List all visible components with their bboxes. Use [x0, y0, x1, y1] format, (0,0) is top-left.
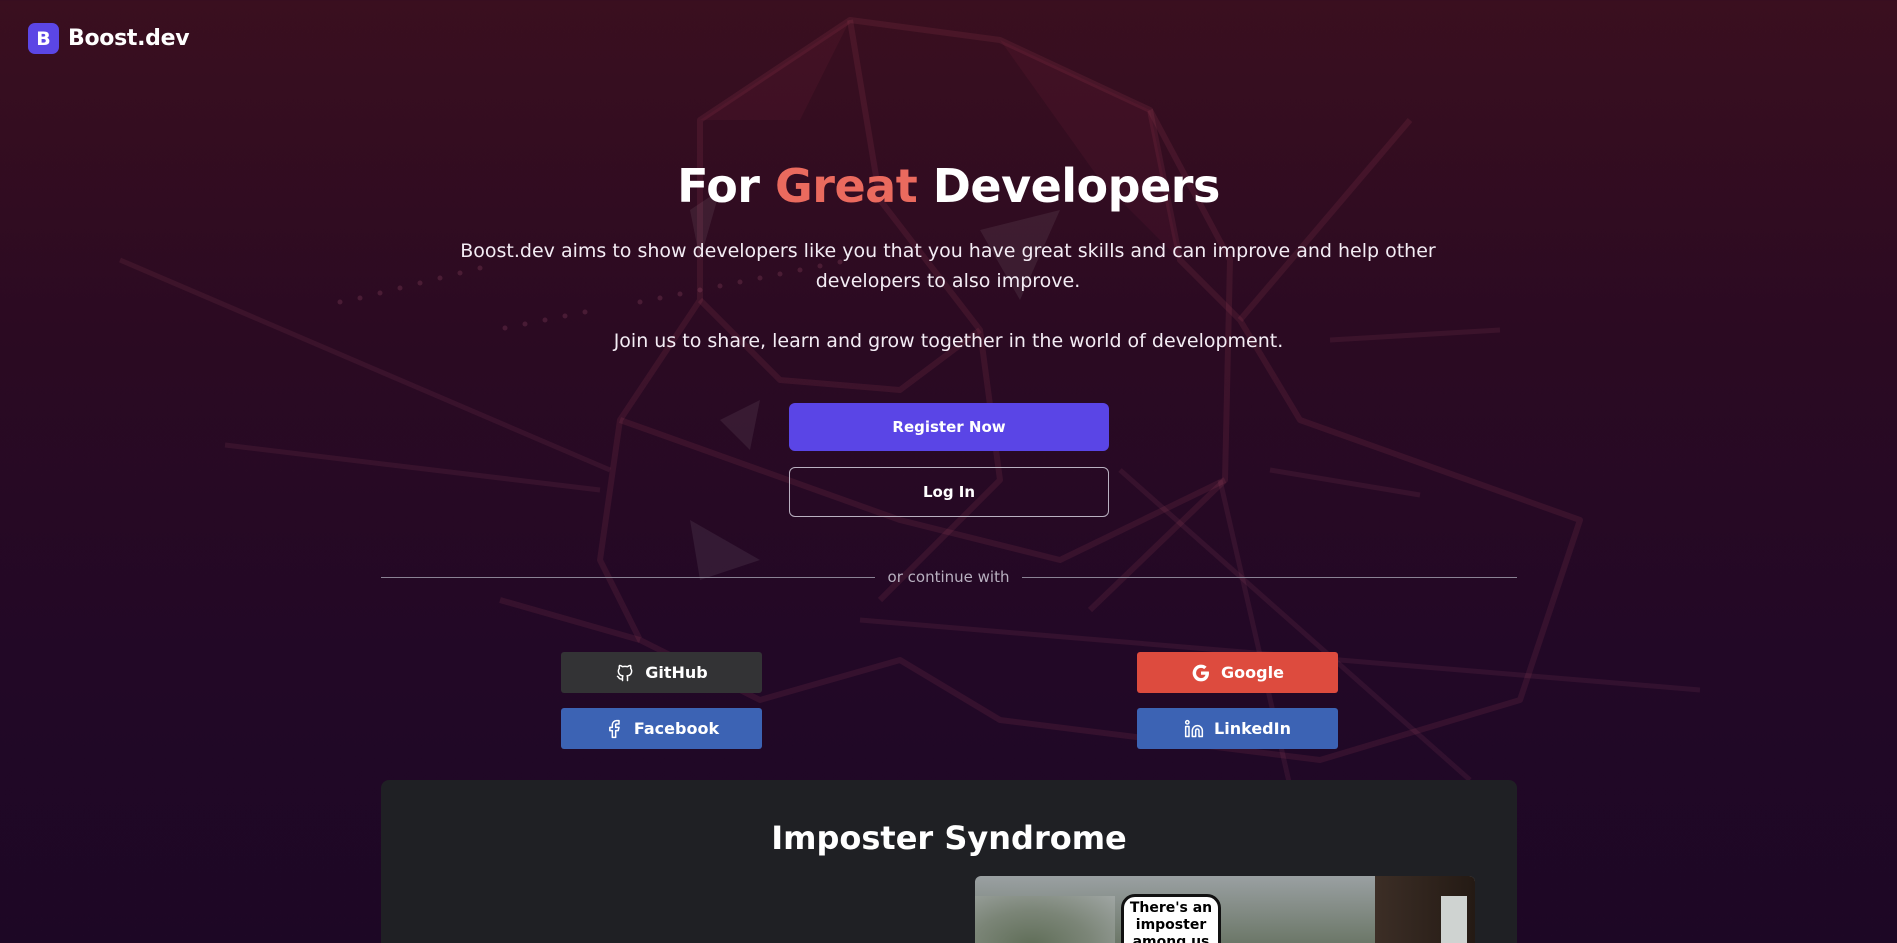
divider-label: or continue with: [887, 568, 1010, 586]
github-login-button[interactable]: GitHub: [561, 652, 762, 693]
meme-background-foliage: [975, 896, 1115, 943]
linkedin-icon: [1184, 719, 1204, 739]
facebook-login-button[interactable]: Facebook: [561, 708, 762, 749]
brand-logo[interactable]: B Boost.dev: [28, 23, 190, 54]
register-button[interactable]: Register Now: [789, 403, 1109, 451]
meme-speech-bubble: There's an imposter among us: [1121, 894, 1221, 943]
hero-title: For Great Developers: [0, 156, 1897, 216]
meme-background-window: [1441, 896, 1467, 943]
github-label: GitHub: [645, 663, 708, 682]
brand-name: Boost.dev: [68, 26, 190, 51]
article-card: Imposter Syndrome There's an imposter am…: [381, 780, 1517, 943]
divider-line-right: [1022, 577, 1517, 578]
hero-title-accent: Great: [775, 159, 918, 213]
facebook-icon: [604, 719, 624, 739]
article-title: Imposter Syndrome: [771, 819, 1127, 857]
hero-subtext: Join us to share, learn and grow togethe…: [613, 330, 1284, 352]
logo-mark: B: [28, 23, 59, 54]
divider-line-left: [381, 577, 875, 578]
hero-title-prefix: For: [677, 159, 760, 213]
google-label: Google: [1221, 663, 1284, 682]
hero-title-suffix: Developers: [932, 159, 1221, 213]
linkedin-label: LinkedIn: [1214, 719, 1291, 738]
hero-description: Boost.dev aims to show developers like y…: [460, 240, 1436, 292]
imposter-meme-image: There's an imposter among us: [975, 876, 1475, 943]
continue-with-divider: or continue with: [381, 566, 1517, 590]
github-icon: [615, 663, 635, 683]
google-icon: [1191, 663, 1211, 683]
login-button[interactable]: Log In: [789, 467, 1109, 517]
linkedin-login-button[interactable]: LinkedIn: [1137, 708, 1338, 749]
facebook-label: Facebook: [633, 719, 720, 738]
google-login-button[interactable]: Google: [1137, 652, 1338, 693]
